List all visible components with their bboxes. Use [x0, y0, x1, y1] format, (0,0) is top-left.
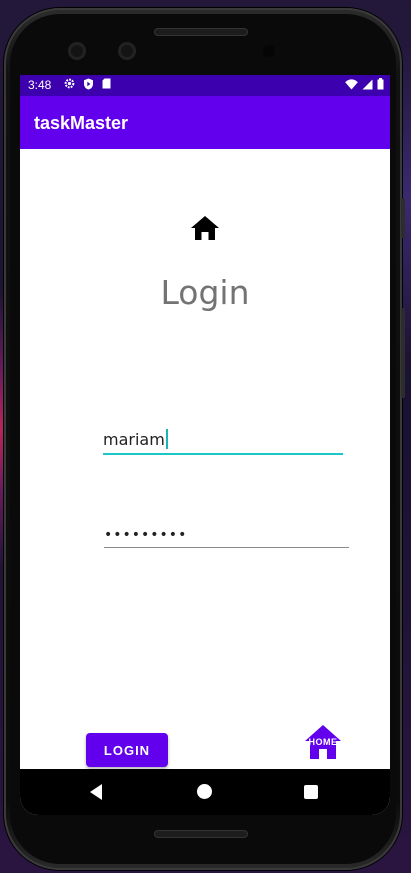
- home-icon: [191, 216, 219, 240]
- page-title: Login: [160, 273, 250, 312]
- status-bar: 3:48: [20, 75, 390, 96]
- bottom-speaker: [154, 830, 248, 838]
- username-value: mariam: [103, 430, 165, 449]
- status-time: 3:48: [28, 78, 52, 92]
- password-input[interactable]: •••••••••: [104, 527, 349, 548]
- password-value: •••••••••: [104, 527, 188, 543]
- home-circle-icon[interactable]: [197, 784, 212, 799]
- gear-icon: [64, 78, 75, 89]
- status-icons-right: [345, 78, 384, 90]
- system-nav-bar: [20, 769, 390, 815]
- front-camera-1: [68, 42, 86, 60]
- front-camera-2: [118, 42, 136, 60]
- login-button[interactable]: LOGIN: [86, 733, 168, 767]
- signal-icon: [362, 79, 373, 89]
- app-title: taskMaster: [34, 113, 129, 133]
- power-button: [401, 308, 405, 398]
- home-button[interactable]: HOME: [304, 724, 342, 760]
- sd-card-icon: [102, 78, 111, 89]
- login-content: Login mariam ••••••••• LOGIN HOME: [20, 149, 390, 769]
- shield-play-icon: [84, 78, 93, 90]
- username-input[interactable]: mariam: [103, 429, 343, 455]
- home-button-label: HOME: [308, 737, 338, 747]
- proximity-sensor: [263, 45, 275, 57]
- volume-button: [401, 198, 405, 238]
- battery-icon: [377, 78, 384, 90]
- back-icon[interactable]: [88, 783, 106, 801]
- recents-icon[interactable]: [304, 785, 318, 799]
- status-icons-left: [64, 78, 111, 90]
- wifi-icon: [345, 78, 358, 89]
- top-speaker: [154, 28, 248, 36]
- app-bar: taskMaster: [20, 96, 390, 149]
- app-screen: 3:48 taskMaster Login mariam ••••••••• L…: [20, 75, 390, 815]
- text-caret: [165, 429, 168, 449]
